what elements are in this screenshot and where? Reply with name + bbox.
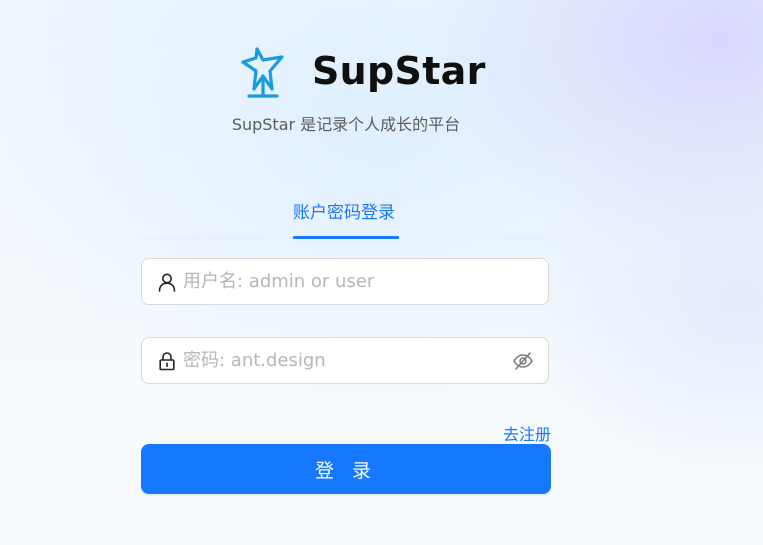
active-tab-indicator	[293, 236, 399, 239]
username-field[interactable]	[141, 258, 549, 305]
login-tabs: 账户密码登录	[141, 190, 551, 239]
eye-invisible-icon[interactable]	[512, 350, 534, 372]
password-input[interactable]	[183, 338, 512, 383]
brand-header: SupStar	[238, 42, 486, 100]
user-icon	[157, 272, 177, 292]
login-button[interactable]: 登 录	[141, 444, 551, 494]
lock-icon	[157, 351, 177, 371]
password-field[interactable]	[141, 337, 549, 384]
app-tagline: SupStar 是记录个人成长的平台	[231, 115, 461, 134]
username-input[interactable]	[183, 259, 548, 304]
star-trophy-icon	[241, 47, 284, 98]
register-link[interactable]: 去注册	[503, 421, 551, 445]
tab-account-password[interactable]: 账户密码登录	[293, 198, 395, 223]
app-title: SupStar	[312, 49, 486, 93]
